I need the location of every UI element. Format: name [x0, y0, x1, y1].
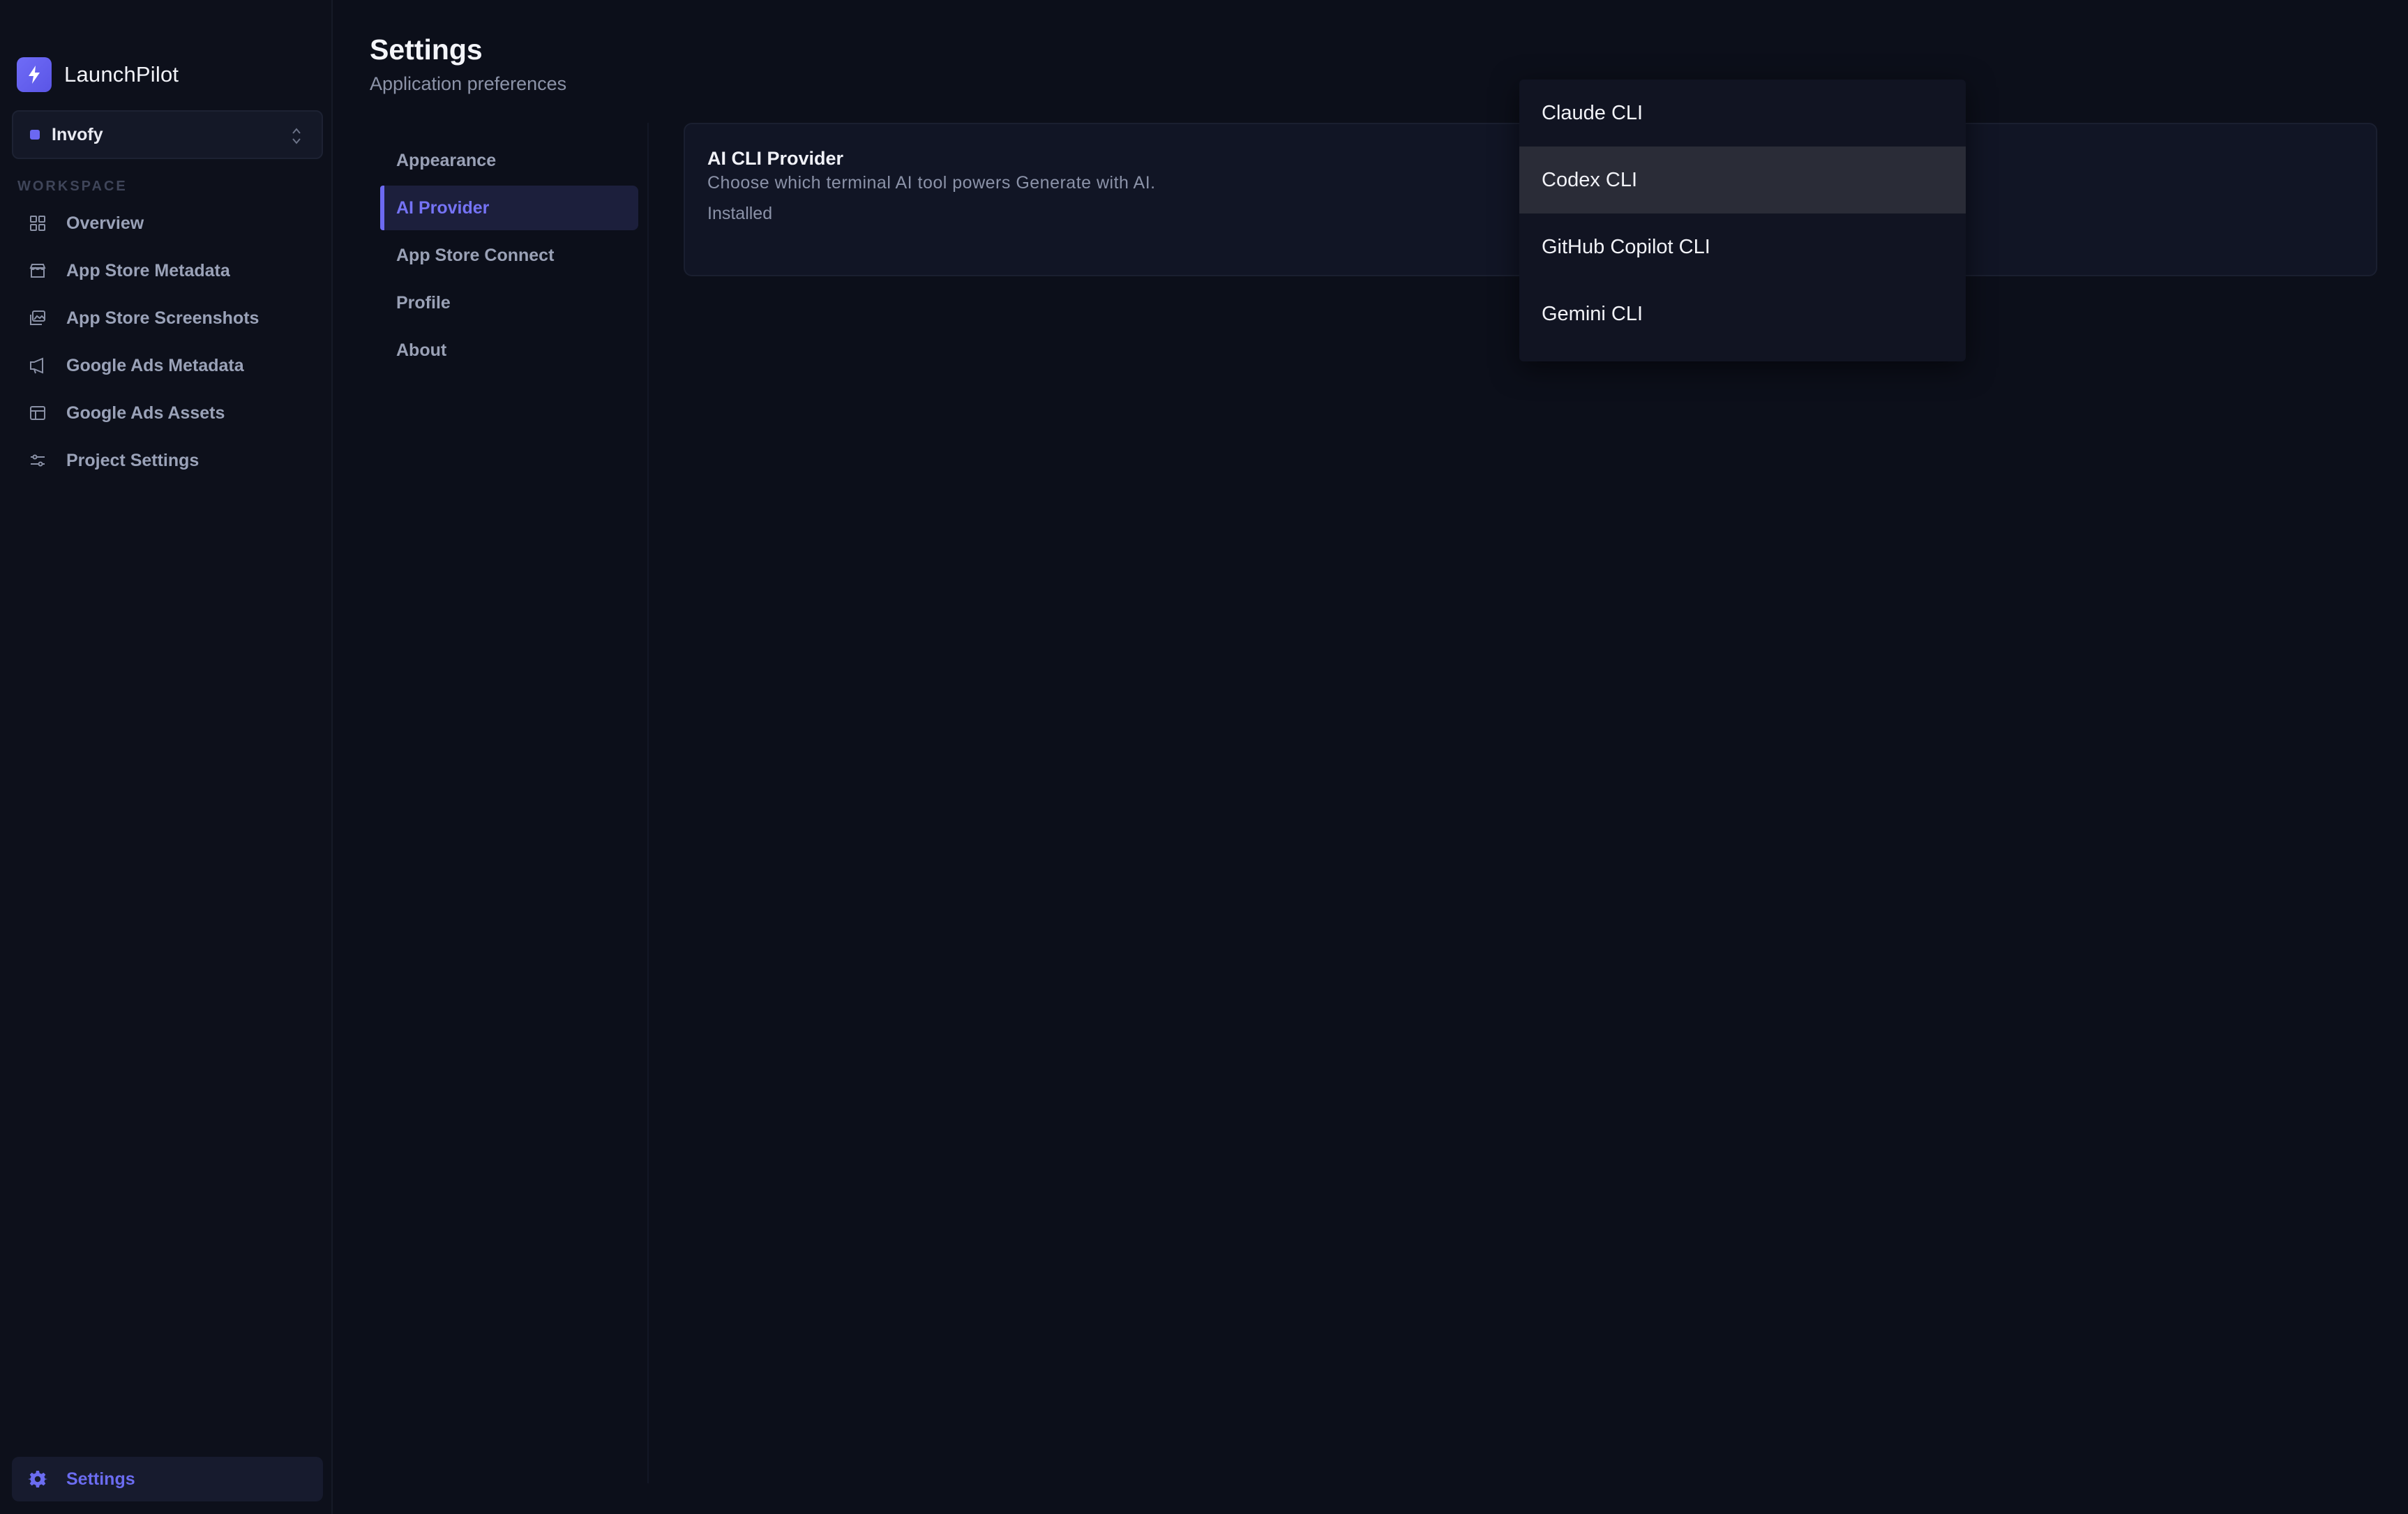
- gear-icon: [27, 1469, 48, 1490]
- sidebar-item-settings[interactable]: Settings: [12, 1457, 323, 1501]
- project-color-dot: [30, 130, 40, 140]
- sidebar-item-label: Overview: [66, 213, 144, 233]
- project-name: Invofy: [52, 124, 103, 144]
- chevron-up-down-icon: [291, 126, 302, 147]
- images-icon: [27, 308, 48, 329]
- tab-ai-provider[interactable]: AI Provider: [380, 186, 638, 230]
- page-title: Settings: [370, 33, 483, 66]
- settings-menu: Appearance AI Provider App Store Connect…: [380, 138, 638, 375]
- tab-app-store-connect[interactable]: App Store Connect: [380, 233, 638, 278]
- sidebar-item-google-ads-metadata[interactable]: Google Ads Metadata: [12, 342, 323, 389]
- sliders-icon: [27, 450, 48, 471]
- install-status: Installed: [707, 204, 773, 223]
- store-icon: [27, 260, 48, 281]
- sidebar-item-app-store-metadata[interactable]: App Store Metadata: [12, 247, 323, 294]
- layout-icon: [27, 403, 48, 424]
- sidebar: LaunchPilot Invofy WORKSPACE Overview Ap…: [0, 0, 333, 1514]
- sidebar-item-label: Google Ads Assets: [66, 403, 225, 423]
- brand[interactable]: LaunchPilot: [17, 57, 179, 92]
- sidebar-item-label: App Store Metadata: [66, 260, 230, 280]
- bolt-icon: [17, 57, 52, 92]
- page-subtitle: Application preferences: [370, 73, 567, 94]
- option-gemini-cli[interactable]: Gemini CLI: [1519, 280, 1966, 347]
- app-name: LaunchPilot: [64, 62, 179, 87]
- tab-about[interactable]: About: [380, 328, 638, 373]
- tab-profile[interactable]: Profile: [380, 280, 638, 325]
- provider-dropdown-menu: Claude CLI Codex CLI GitHub Copilot CLI …: [1519, 80, 1966, 361]
- option-codex-cli[interactable]: Codex CLI: [1519, 147, 1966, 213]
- megaphone-icon: [27, 355, 48, 376]
- sidebar-item-label: Google Ads Metadata: [66, 355, 244, 375]
- card-title: AI CLI Provider: [707, 148, 844, 169]
- vertical-divider: [647, 123, 649, 1483]
- workspace-section-label: WORKSPACE: [17, 179, 128, 194]
- sidebar-item-label: App Store Screenshots: [66, 308, 259, 328]
- sidebar-item-google-ads-assets[interactable]: Google Ads Assets: [12, 389, 323, 437]
- project-selector[interactable]: Invofy: [12, 110, 323, 159]
- sidebar-item-project-settings[interactable]: Project Settings: [12, 437, 323, 484]
- sidebar-item-label: Project Settings: [66, 450, 200, 470]
- app-window: LaunchPilot Invofy WORKSPACE Overview Ap…: [0, 0, 2408, 1514]
- tab-appearance[interactable]: Appearance: [380, 138, 638, 183]
- option-github-copilot-cli[interactable]: GitHub Copilot CLI: [1519, 213, 1966, 280]
- option-claude-cli[interactable]: Claude CLI: [1519, 80, 1966, 147]
- grid-icon: [27, 213, 48, 234]
- card-description: Choose which terminal AI tool powers Gen…: [707, 173, 1156, 193]
- sidebar-item-overview[interactable]: Overview: [12, 200, 323, 247]
- sidebar-item-label: Settings: [66, 1469, 135, 1489]
- sidebar-item-app-store-screenshots[interactable]: App Store Screenshots: [12, 294, 323, 342]
- sidebar-nav: Overview App Store Metadata App Store Sc…: [12, 200, 323, 484]
